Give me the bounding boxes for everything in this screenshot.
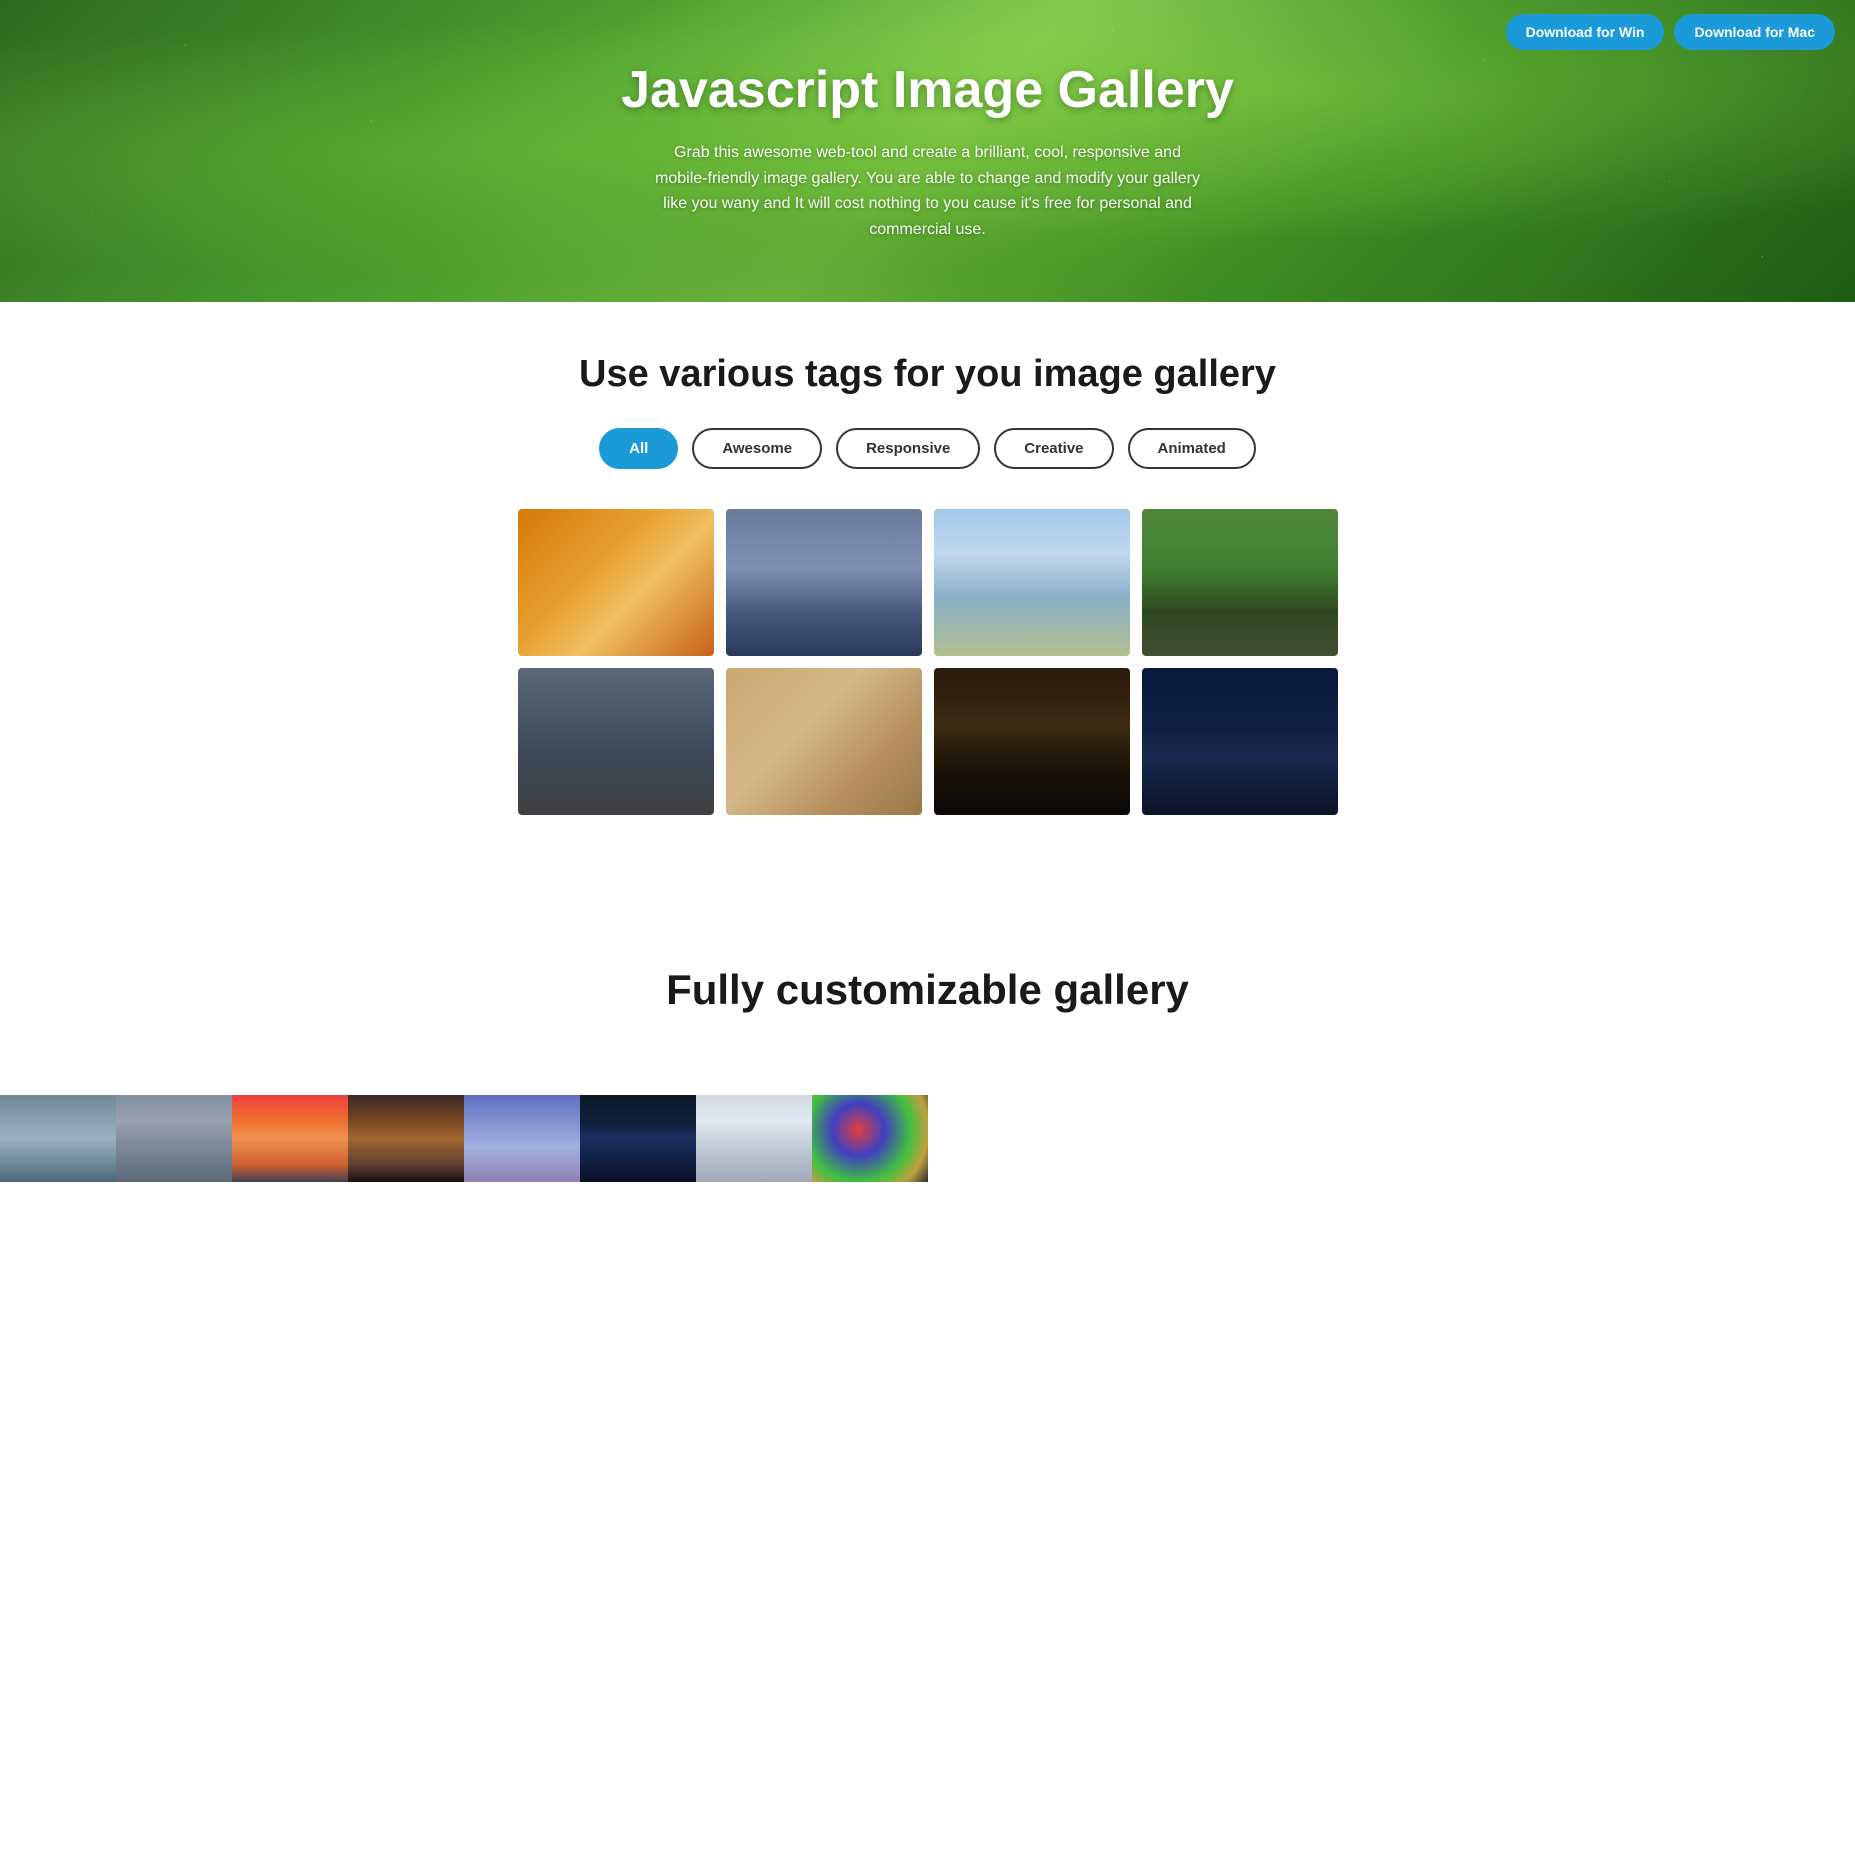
bottom-image-ball xyxy=(812,1095,928,1182)
bottom-thumb-snowy[interactable] xyxy=(696,1095,812,1182)
bottom-gallery-row-1 xyxy=(0,1095,464,1182)
tags-title: Use various tags for you image gallery xyxy=(20,352,1835,398)
download-win-button[interactable]: Download for Win xyxy=(1506,14,1665,50)
gallery-grid xyxy=(498,509,1358,815)
bottom-thumb-milky[interactable] xyxy=(580,1095,696,1182)
custom-title: Fully customizable gallery xyxy=(20,965,1835,1015)
gallery-image-deer xyxy=(1142,509,1338,656)
bottom-gallery xyxy=(0,1095,1855,1182)
gallery-image-night xyxy=(1142,668,1338,815)
bottom-thumb-cliff[interactable] xyxy=(116,1095,232,1182)
gallery-thumb-7[interactable] xyxy=(934,668,1130,815)
gallery-image-book xyxy=(934,668,1130,815)
custom-section: Fully customizable gallery xyxy=(0,905,1855,1095)
gallery-image-autumn xyxy=(518,509,714,656)
bottom-image-milky xyxy=(580,1095,696,1182)
filter-buttons-container: All Awesome Responsive Creative Animated xyxy=(20,428,1835,469)
gallery-thumb-6[interactable] xyxy=(726,668,922,815)
gallery-thumb-1[interactable] xyxy=(518,509,714,656)
top-bar: Download for Win Download for Mac xyxy=(1506,14,1835,50)
gallery-thumb-4[interactable] xyxy=(1142,509,1338,656)
gallery-thumb-8[interactable] xyxy=(1142,668,1338,815)
bottom-image-cliff xyxy=(116,1095,232,1182)
filter-creative-button[interactable]: Creative xyxy=(994,428,1113,469)
gallery-thumb-2[interactable] xyxy=(726,509,922,656)
gallery-image-bridge xyxy=(726,509,922,656)
bottom-thumb-kirkjufell[interactable] xyxy=(0,1095,116,1182)
filter-animated-button[interactable]: Animated xyxy=(1128,428,1256,469)
gallery-image-paris xyxy=(934,509,1130,656)
tags-section: Use various tags for you image gallery A… xyxy=(0,302,1855,905)
bottom-image-sunset xyxy=(232,1095,348,1182)
filter-all-button[interactable]: All xyxy=(599,428,678,469)
hero-title: Javascript Image Gallery xyxy=(621,60,1234,120)
bottom-gallery-row-2 xyxy=(464,1095,928,1182)
bottom-image-dusk xyxy=(348,1095,464,1182)
filter-awesome-button[interactable]: Awesome xyxy=(692,428,822,469)
gallery-image-mountain xyxy=(518,668,714,815)
download-mac-button[interactable]: Download for Mac xyxy=(1674,14,1835,50)
hero-section: Download for Win Download for Mac Javasc… xyxy=(0,0,1855,302)
bottom-image-cliffs2 xyxy=(464,1095,580,1182)
gallery-thumb-5[interactable] xyxy=(518,668,714,815)
bottom-thumb-sunset[interactable] xyxy=(232,1095,348,1182)
filter-responsive-button[interactable]: Responsive xyxy=(836,428,980,469)
bottom-thumb-ball[interactable] xyxy=(812,1095,928,1182)
bottom-thumb-cliffs2[interactable] xyxy=(464,1095,580,1182)
gallery-thumb-3[interactable] xyxy=(934,509,1130,656)
gallery-image-rock xyxy=(726,668,922,815)
bottom-thumb-dusk[interactable] xyxy=(348,1095,464,1182)
hero-description: Grab this awesome web-tool and create a … xyxy=(648,140,1208,242)
bottom-image-snowy xyxy=(696,1095,812,1182)
bottom-image-kirkjufell xyxy=(0,1095,116,1182)
